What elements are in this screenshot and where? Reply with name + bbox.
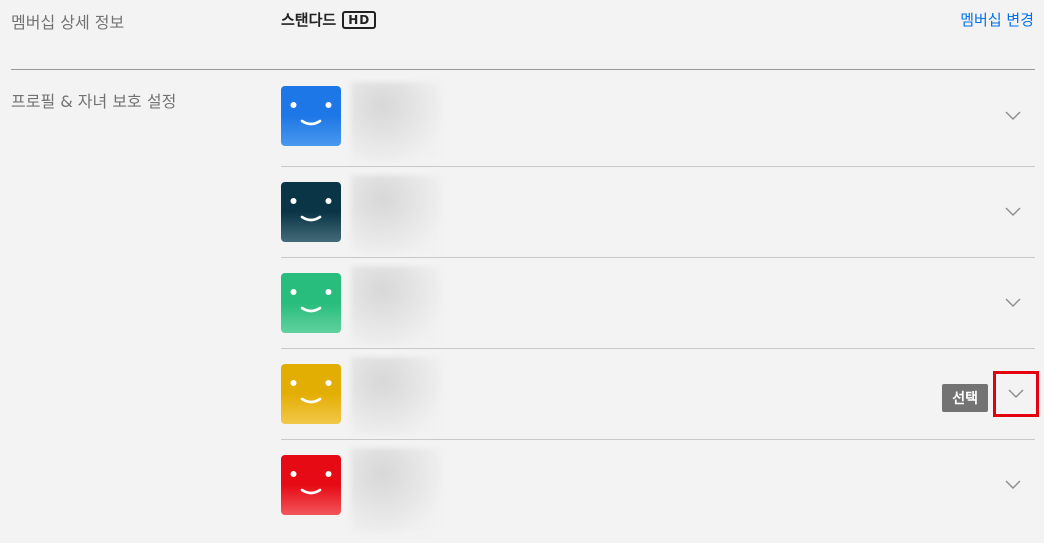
profile-name-redacted bbox=[351, 82, 441, 162]
expand-profile-button[interactable] bbox=[997, 469, 1029, 501]
profile-row bbox=[281, 440, 1035, 543]
expand-profile-button[interactable] bbox=[993, 371, 1039, 417]
smiley-avatar-icon bbox=[281, 273, 341, 333]
profile-avatar[interactable] bbox=[281, 364, 341, 424]
profiles-parental-controls-label: 프로필 & 자녀 보호 설정 bbox=[11, 92, 177, 111]
chevron-down-icon bbox=[1005, 480, 1021, 489]
expand-profile-button[interactable] bbox=[997, 100, 1029, 132]
expand-profile-button[interactable] bbox=[997, 287, 1029, 319]
smiley-avatar-icon bbox=[281, 364, 341, 424]
chevron-down-icon bbox=[1005, 111, 1021, 120]
profile-row bbox=[281, 258, 1035, 349]
smiley-avatar-icon bbox=[281, 86, 341, 146]
profile-name-redacted bbox=[351, 448, 441, 534]
profile-avatar[interactable] bbox=[281, 273, 341, 333]
account-page: 멤버십 상세 정보 스탠다드 HD 멤버십 변경 프로필 & 자녀 보호 설정 … bbox=[0, 0, 1044, 543]
profile-row bbox=[281, 167, 1035, 258]
profile-row: 선택 bbox=[281, 349, 1039, 440]
hd-badge: HD bbox=[342, 10, 377, 29]
membership-details-label: 멤버십 상세 정보 bbox=[11, 13, 125, 32]
expand-profile-button[interactable] bbox=[997, 196, 1029, 228]
profile-name-redacted bbox=[351, 266, 441, 346]
plan-info: 스탠다드 HD bbox=[281, 9, 377, 30]
select-tooltip: 선택 bbox=[942, 384, 988, 412]
chevron-down-icon bbox=[1005, 298, 1021, 307]
change-plan-link[interactable]: 멤버십 변경 bbox=[960, 9, 1034, 30]
profile-name-redacted bbox=[351, 357, 441, 437]
smiley-avatar-icon bbox=[281, 455, 341, 515]
plan-name: 스탠다드 bbox=[281, 11, 337, 29]
profile-avatar[interactable] bbox=[281, 86, 341, 146]
chevron-down-icon bbox=[1005, 207, 1021, 216]
profile-avatar[interactable] bbox=[281, 182, 341, 242]
smiley-avatar-icon bbox=[281, 182, 341, 242]
profile-avatar[interactable] bbox=[281, 455, 341, 515]
profile-name-redacted bbox=[351, 175, 441, 255]
profile-row bbox=[281, 70, 1035, 167]
chevron-down-icon bbox=[1008, 389, 1024, 398]
